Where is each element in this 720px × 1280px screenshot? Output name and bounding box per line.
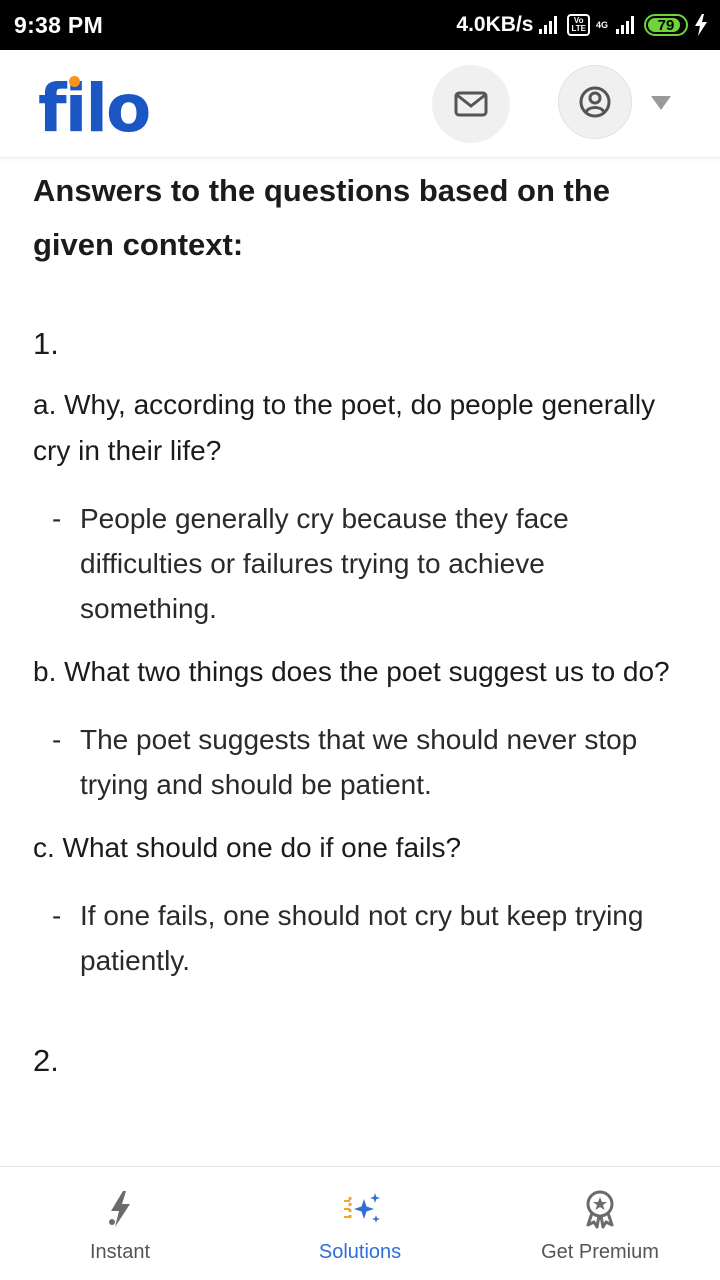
logo-dot [69,76,80,87]
status-bar: 9:38 PM 4.0KB/s Vo LTE 4G 79 [0,0,720,50]
answer-title: Answers to the questions based on the gi… [33,173,611,262]
bullet-dash: - [52,724,62,755]
signal-icon-2 [616,16,634,34]
bullet-dash: - [52,900,62,931]
battery-icon: 79 [644,14,688,36]
mail-icon [454,91,488,117]
answer-c: - If one fails, one should not cry but k… [33,893,682,983]
status-time: 9:38 PM [14,11,104,38]
network-speed: 4.0KB/s [456,13,534,36]
app-header: filo [0,50,720,158]
award-icon [578,1187,622,1231]
question-b: b. What two things does the poet suggest… [33,656,670,687]
network-type: 4G [595,19,608,30]
nav-instant-label: Instant [89,1241,151,1263]
question-c: c. What should one do if one fails? [33,832,462,863]
section-number: 1. [33,326,59,361]
nav-solutions-label: Solutions [318,1241,402,1263]
sparkle-icon [338,1187,382,1231]
profile-icon [579,86,611,118]
battery-level: 79 [657,16,675,34]
chevron-down-icon[interactable] [651,96,671,110]
nav-solutions[interactable]: Solutions [240,1167,480,1280]
answer-a: - People generally cry because they face… [33,496,682,631]
profile-button[interactable] [558,65,632,139]
volte-bottom: LTE [571,24,586,33]
signal-icon [539,16,558,34]
answer-content: Answers to the questions based on the gi… [0,158,720,1166]
section-number-2: 2. [33,1043,59,1078]
mail-button[interactable] [432,65,510,143]
nav-premium-label: Get Premium [541,1241,659,1263]
status-icons: 4.0KB/s Vo LTE 4G 79 [456,13,708,37]
answer-b: - The poet suggests that we should never… [33,717,682,807]
bottom-nav: Instant Solutions Get Premium [0,1166,720,1280]
charging-icon [695,14,707,36]
nav-instant[interactable]: Instant [0,1167,240,1280]
answer-c-text: If one fails, one should not cry but kee… [80,900,644,976]
volte-badge: Vo LTE [567,14,590,36]
answer-b-text: The poet suggests that we should never s… [80,724,638,800]
nav-premium[interactable]: Get Premium [480,1167,720,1280]
filo-logo[interactable]: filo [38,76,151,142]
network-type-label: 4G [595,19,608,30]
lightning-icon [98,1187,142,1231]
answer-a-text: People generally cry because they face d… [80,503,569,624]
question-a: a. Why, according to the poet, do people… [33,389,656,466]
bullet-dash: - [52,503,62,534]
